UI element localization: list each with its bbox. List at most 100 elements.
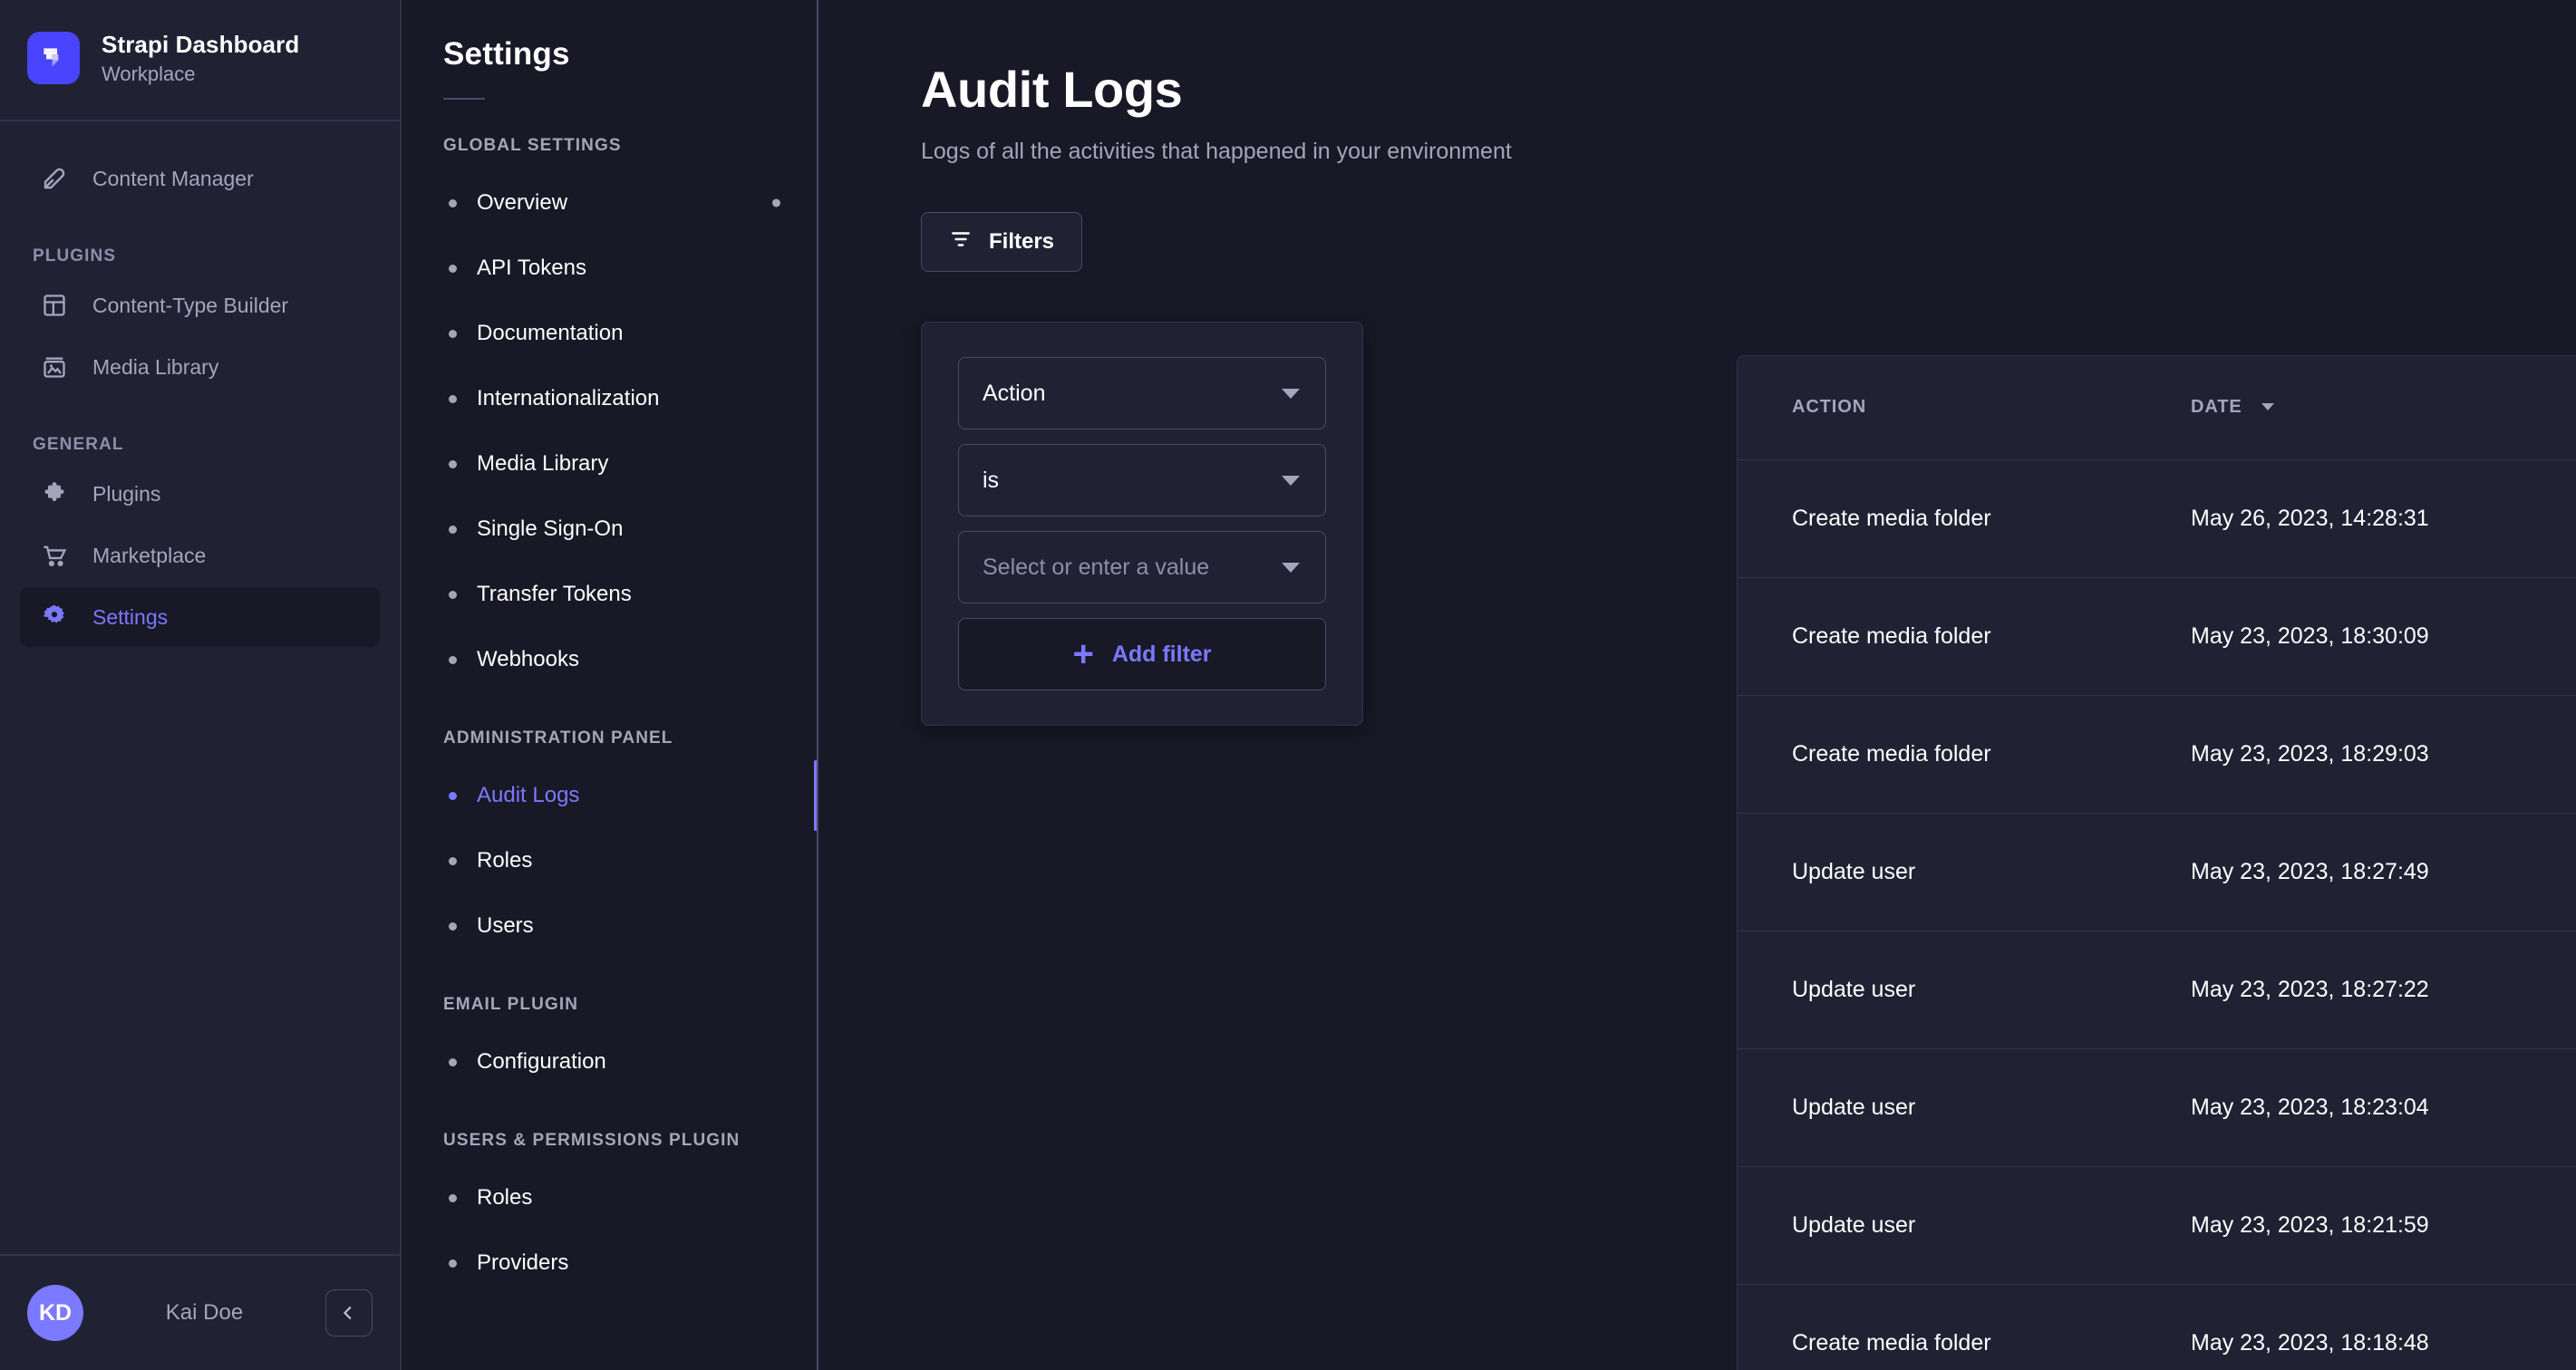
sidebar-item-label: Content Manager [92,166,254,190]
column-header-date-label: DATE [2191,397,2242,418]
settings-title: Settings [443,36,570,72]
bullet-icon [449,1057,457,1066]
bullet-icon [449,264,457,273]
settings-link-label: Webhooks [477,647,579,671]
filters-toolbar: Filters [818,165,2576,272]
puzzle-piece-icon [40,479,69,508]
settings-link-providers[interactable]: Providers [402,1230,817,1296]
bullet-icon [449,921,457,931]
caret-down-icon[interactable] [2261,397,2275,418]
filter-popover: Action is Select or enter a value + Add … [921,322,1363,726]
image-icon [40,352,69,381]
cell-date: May 23, 2023, 18:21:59 [2191,1166,2576,1285]
settings-link-users-admin[interactable]: Users [402,893,817,959]
feather-pen-icon [40,164,69,193]
divider [443,98,485,100]
table-header-row: ACTION DATE USER [1738,356,2576,460]
settings-subnav-header: Settings [402,36,817,100]
left-sidebar: Strapi Dashboard Workplace Content Manag… [0,0,402,1370]
avatar[interactable]: KD [27,1285,83,1341]
table-row[interactable]: Update user May 23, 2023, 18:23:04 Kai D… [1738,1048,2576,1167]
sidebar-item-label: Plugins [92,481,161,506]
chevron-down-icon [1282,562,1300,573]
table-row[interactable]: Create media folder May 23, 2023, 18:18:… [1738,1284,2576,1370]
bullet-icon [449,856,457,865]
layout-grid-icon [40,291,69,320]
filter-field-select[interactable]: Action [958,357,1326,429]
settings-link-audit-logs[interactable]: Audit Logs [402,760,817,831]
settings-link-label: Single Sign-On [477,516,624,541]
chevron-down-icon [1282,388,1300,399]
settings-group-label: ADMINISTRATION PANEL [443,728,673,748]
sidebar-item-plugins[interactable]: Plugins [20,464,380,524]
bullet-icon [449,394,457,403]
cell-date: May 23, 2023, 18:30:09 [2191,577,2576,696]
column-header-action[interactable]: ACTION [1738,356,2191,460]
settings-link-api-tokens[interactable]: API Tokens [402,236,817,301]
page-subtitle: Logs of all the activities that happened… [921,139,1512,164]
gear-icon [40,603,69,632]
main-content: Audit Logs Logs of all the activities th… [818,0,2576,1370]
column-header-date[interactable]: DATE [2191,356,2576,460]
settings-link-media-library[interactable]: Media Library [402,431,817,497]
cell-date: May 23, 2023, 18:27:22 [2191,931,2576,1049]
add-filter-button[interactable]: + Add filter [958,618,1326,690]
sidebar-item-media-library[interactable]: Media Library [20,337,380,397]
bullet-icon [449,655,457,664]
settings-link-label: Documentation [477,321,624,345]
filter-value-input[interactable]: Select or enter a value [958,531,1326,603]
bullet-icon [449,329,457,338]
table-row[interactable]: Create media folder May 23, 2023, 18:29:… [1738,695,2576,814]
filter-operator-value: is [983,467,1000,493]
bullet-icon [449,590,457,599]
chevron-left-icon[interactable] [325,1289,373,1336]
cell-action: Create media folder [1792,1329,1991,1356]
filter-field-value: Action [983,380,1046,406]
filter-value-placeholder: Select or enter a value [983,554,1210,580]
cell-action: Update user [1738,1048,2191,1167]
brand-header[interactable]: Strapi Dashboard Workplace [0,0,400,121]
settings-link-single-sign-on[interactable]: Single Sign-On [402,497,817,562]
cell-action: Update user [1738,1166,2191,1285]
cell-action: Create media folder [1738,577,2191,696]
settings-link-overview[interactable]: Overview [402,170,817,236]
cell-date: May 23, 2023, 18:23:04 [2191,1048,2576,1167]
filters-button[interactable]: Filters [921,212,1083,272]
cell-date: May 23, 2023, 18:18:48 [2191,1329,2429,1356]
table-row[interactable]: Update user May 23, 2023, 18:27:49 Kai D… [1738,813,2576,931]
settings-link-documentation[interactable]: Documentation [402,301,817,366]
plus-icon: + [1072,634,1094,674]
settings-link-configuration[interactable]: Configuration [402,1029,817,1095]
sidebar-item-settings[interactable]: Settings [20,587,380,647]
cell-date: May 23, 2023, 18:27:49 [2191,813,2576,931]
table-row[interactable]: Create media folder May 26, 2023, 14:28:… [1738,459,2576,578]
add-filter-label: Add filter [1111,641,1212,667]
settings-link-label: Transfer Tokens [477,582,632,606]
shopping-cart-icon [40,541,69,570]
sidebar-item-label: Settings [92,604,169,629]
brand-subtitle: Workplace [102,62,196,85]
settings-group-email: EMAIL PLUGIN Configuration [402,995,817,1095]
settings-link-webhooks[interactable]: Webhooks [402,627,817,692]
settings-link-roles-up[interactable]: Roles [402,1165,817,1230]
nav-list: Content Manager PLUGINS Content-Type Bui… [0,121,400,1254]
nav-section-general: GENERAL Plugins Marketplace Settings [20,435,380,647]
bullet-icon [449,1259,457,1268]
strapi-logo-icon [27,32,80,84]
sidebar-item-content-type-builder[interactable]: Content-Type Builder [20,275,380,335]
table-row[interactable]: Create media folder May 23, 2023, 18:30:… [1738,577,2576,696]
settings-link-transfer-tokens[interactable]: Transfer Tokens [402,562,817,627]
sidebar-item-content-manager[interactable]: Content Manager [20,149,380,208]
settings-group-users-permissions: USERS & PERMISSIONS PLUGIN Roles Provide… [402,1131,817,1296]
filter-operator-select[interactable]: is [958,444,1326,516]
settings-group-label: USERS & PERMISSIONS PLUGIN [443,1131,741,1150]
cell-date: May 26, 2023, 14:28:31 [2191,459,2576,578]
settings-link-internationalization[interactable]: Internationalization [402,366,817,431]
settings-link-roles-admin[interactable]: Roles [402,828,817,893]
sidebar-item-marketplace[interactable]: Marketplace [20,526,380,585]
page-header: Audit Logs Logs of all the activities th… [818,0,2576,165]
settings-link-label: Providers [477,1250,569,1275]
table-row[interactable]: Update user May 23, 2023, 18:27:22 Kai D… [1738,931,2576,1049]
table-row[interactable]: Update user May 23, 2023, 18:21:59 Kai D… [1738,1166,2576,1285]
settings-group-label: GLOBAL SETTINGS [443,136,622,155]
